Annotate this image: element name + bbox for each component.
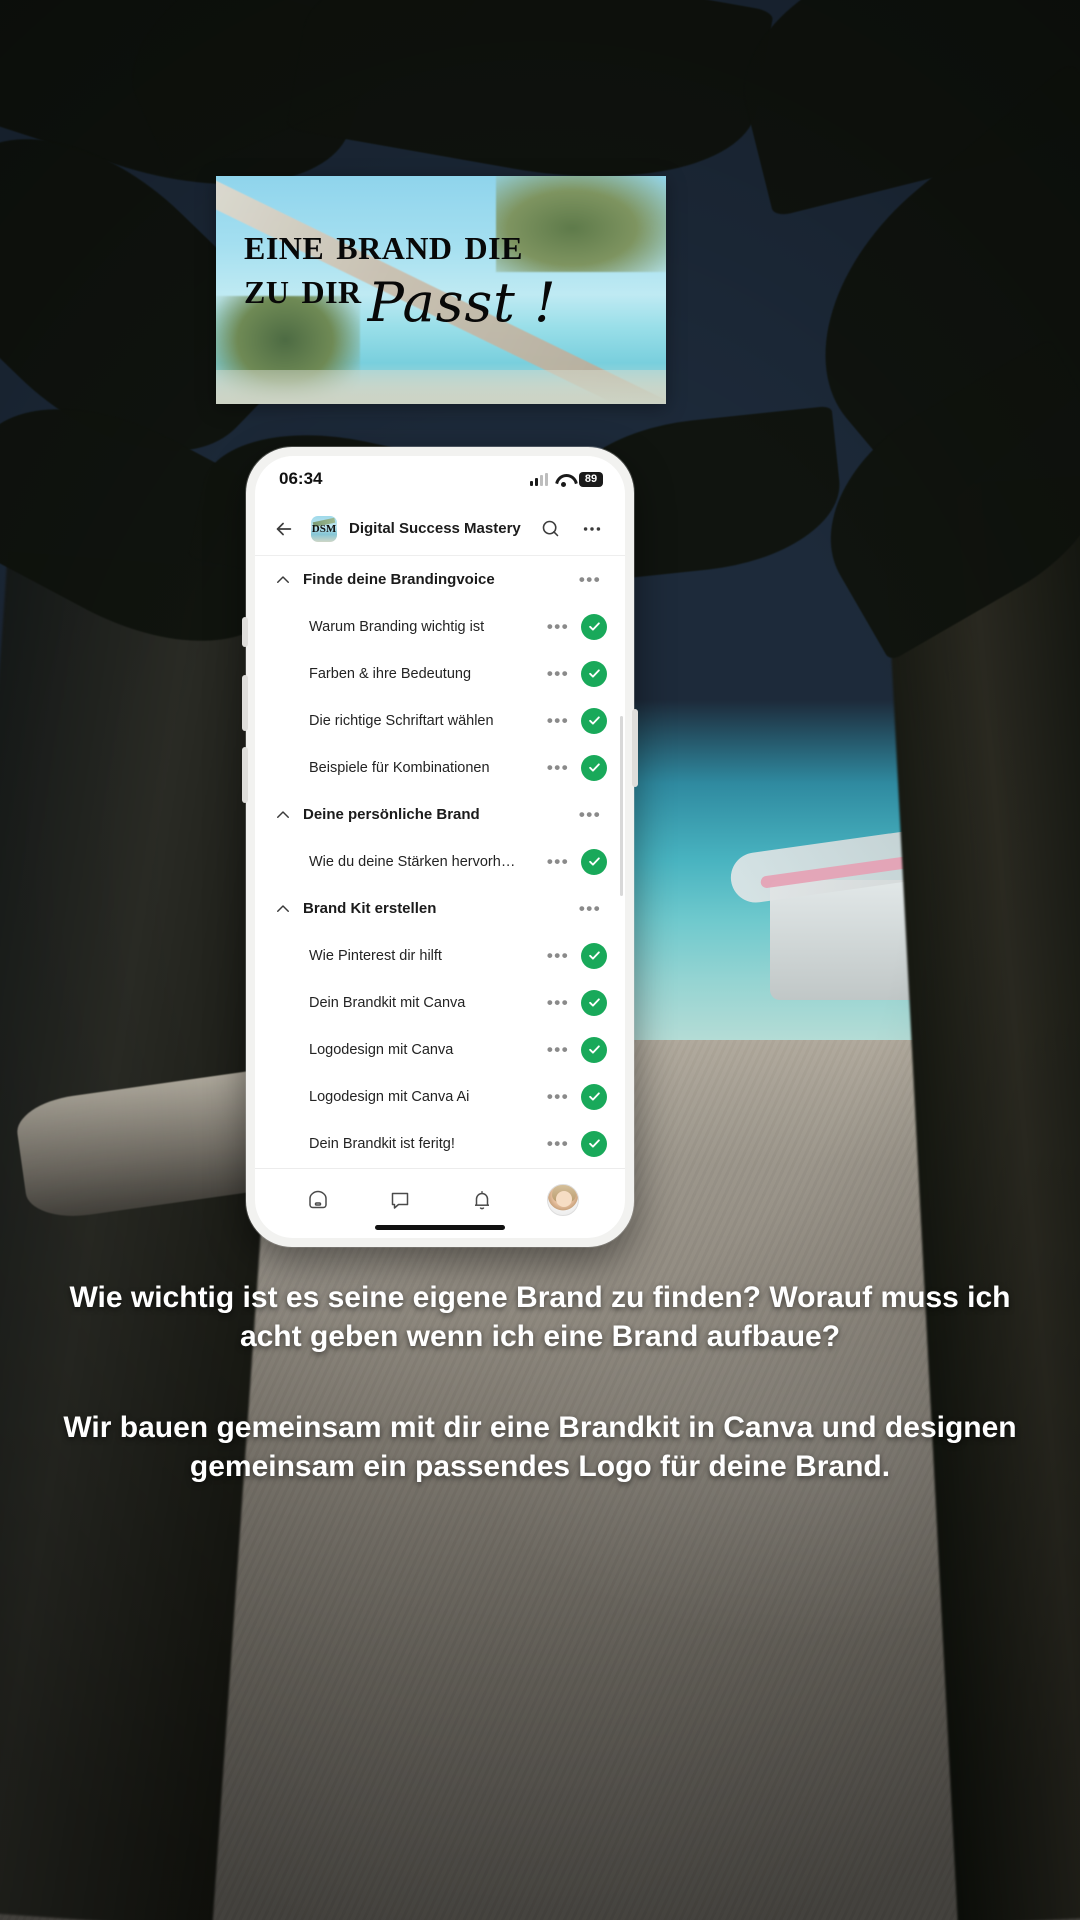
lesson-title: Wie Pinterest dir hilft (309, 947, 442, 964)
section-header[interactable]: Brand Kit erstellen ••• (255, 885, 625, 932)
curriculum-list[interactable]: Finde deine Brandingvoice ••• Warum Brandi… (255, 556, 625, 1168)
more-options-icon[interactable]: ••• (541, 853, 575, 870)
status-badge-completed (581, 660, 607, 687)
phone-mockup: 06:34 89 DSM Digital Success Mastery Fin… (242, 447, 638, 1247)
lesson-row[interactable]: Farben & ihre Bedeutung ••• (255, 650, 625, 697)
caption-paragraph-1: Wie wichtig ist es seine eigene Brand zu… (69, 1281, 1011, 1353)
lesson-row[interactable]: Dein Brandkit ist feritg! ••• (255, 1120, 625, 1167)
lesson-title: Warum Branding wichtig ist (309, 618, 485, 635)
more-options-icon[interactable]: ••• (541, 1041, 575, 1058)
bell-icon[interactable] (465, 1183, 499, 1217)
status-bar-indicators: 89 (530, 471, 603, 487)
more-options-icon[interactable]: ••• (541, 712, 575, 729)
more-options-icon[interactable] (577, 514, 607, 544)
chevron-up-icon[interactable] (269, 571, 297, 589)
avatar[interactable] (547, 1183, 579, 1216)
battery-level-badge: 89 (579, 471, 603, 487)
lesson-title: Dein Brandkit ist feritg! (309, 1135, 455, 1152)
phone-screen: 06:34 89 DSM Digital Success Mastery Fin… (255, 456, 625, 1238)
phone-power-button[interactable] (632, 709, 638, 787)
chevron-up-icon[interactable] (269, 900, 297, 918)
banner-line-1: Eine Brand die (244, 218, 523, 269)
section-title: Finde deine Brandingvoice (303, 571, 495, 588)
lesson-row[interactable]: Dein Brandkit mit Canva ••• (255, 979, 625, 1026)
more-options-icon[interactable]: ••• (573, 900, 607, 917)
more-options-icon[interactable]: ••• (541, 665, 575, 682)
app-title: Digital Success Mastery (349, 520, 521, 537)
lesson-row[interactable]: Warum Branding wichtig ist ••• (255, 603, 625, 650)
lesson-row[interactable]: Logodesign mit Canva Ai ••• (255, 1073, 625, 1120)
status-badge-completed (581, 707, 607, 734)
home-icon[interactable] (301, 1183, 335, 1217)
more-options-icon[interactable]: ••• (541, 1135, 575, 1152)
status-badge-completed (581, 1036, 607, 1063)
status-bar: 06:34 89 (255, 456, 625, 502)
lesson-title: Logodesign mit Canva (309, 1041, 454, 1058)
lesson-title: Dein Brandkit mit Canva (309, 994, 466, 1011)
banner-headline: Eine Brand die zu dir Passt ! (216, 176, 666, 404)
phone-silent-switch[interactable] (242, 617, 248, 647)
lesson-row[interactable]: Wie Pinterest dir hilft ••• (255, 932, 625, 979)
phone-volume-down-button[interactable] (242, 747, 248, 803)
status-badge-completed (581, 1130, 607, 1157)
status-bar-time: 06:34 (279, 469, 323, 488)
lesson-row[interactable]: Logodesign mit Canva ••• (255, 1026, 625, 1073)
more-options-icon[interactable]: ••• (541, 759, 575, 776)
more-options-icon[interactable]: ••• (573, 571, 607, 588)
lesson-row[interactable]: Beispiele für Kombinationen ••• (255, 744, 625, 791)
lesson-row[interactable]: Die richtige Schriftart wählen ••• (255, 697, 625, 744)
app-logo-icon: DSM (311, 515, 337, 542)
banner-script-word: Passt ! (367, 271, 557, 335)
more-options-icon[interactable]: ••• (541, 947, 575, 964)
status-badge-completed (581, 754, 607, 781)
caption-paragraph-2: Wir bauen gemeinsam mit dir eine Brandki… (63, 1411, 1017, 1483)
chat-bubble-icon[interactable] (383, 1183, 417, 1217)
scrollbar[interactable] (620, 716, 623, 896)
app-logo-text: DSM (311, 522, 337, 535)
more-options-icon[interactable]: ••• (541, 618, 575, 635)
lesson-title: Die richtige Schriftart wählen (309, 712, 494, 729)
promo-banner-image: Eine Brand die zu dir Passt ! (216, 176, 666, 404)
section-header[interactable]: Finde deine Brandingvoice ••• (255, 556, 625, 603)
banner-line-2: zu dir (244, 262, 362, 314)
lesson-row[interactable]: Wie du deine Stärken hervorh… ••• (255, 838, 625, 885)
section-header[interactable]: Deine persönliche Brand ••• (255, 791, 625, 838)
lesson-title: Logodesign mit Canva Ai (309, 1088, 470, 1105)
status-badge-completed (581, 848, 607, 875)
lesson-title: Beispiele für Kombinationen (309, 759, 490, 776)
cellular-signal-icon (530, 472, 548, 486)
status-badge-completed (581, 613, 607, 640)
more-options-icon[interactable]: ••• (541, 1088, 575, 1105)
phone-volume-up-button[interactable] (242, 675, 248, 731)
back-arrow-icon[interactable] (269, 514, 299, 544)
app-header: DSM Digital Success Mastery (255, 502, 625, 556)
section-title: Deine persönliche Brand (303, 806, 480, 823)
caption-block: Wie wichtig ist es seine eigene Brand zu… (0, 1278, 1080, 1486)
wifi-icon (555, 473, 572, 487)
more-options-icon[interactable]: ••• (573, 806, 607, 823)
lesson-title: Wie du deine Stärken hervorh… (309, 853, 516, 870)
chevron-up-icon[interactable] (269, 806, 297, 824)
section-title: Brand Kit erstellen (303, 900, 437, 917)
status-badge-completed (581, 989, 607, 1016)
search-icon[interactable] (535, 514, 565, 544)
more-options-icon[interactable]: ••• (541, 994, 575, 1011)
status-badge-completed (581, 1083, 607, 1110)
status-badge-completed (581, 942, 607, 969)
home-indicator (375, 1225, 505, 1230)
lesson-title: Farben & ihre Bedeutung (309, 665, 472, 682)
